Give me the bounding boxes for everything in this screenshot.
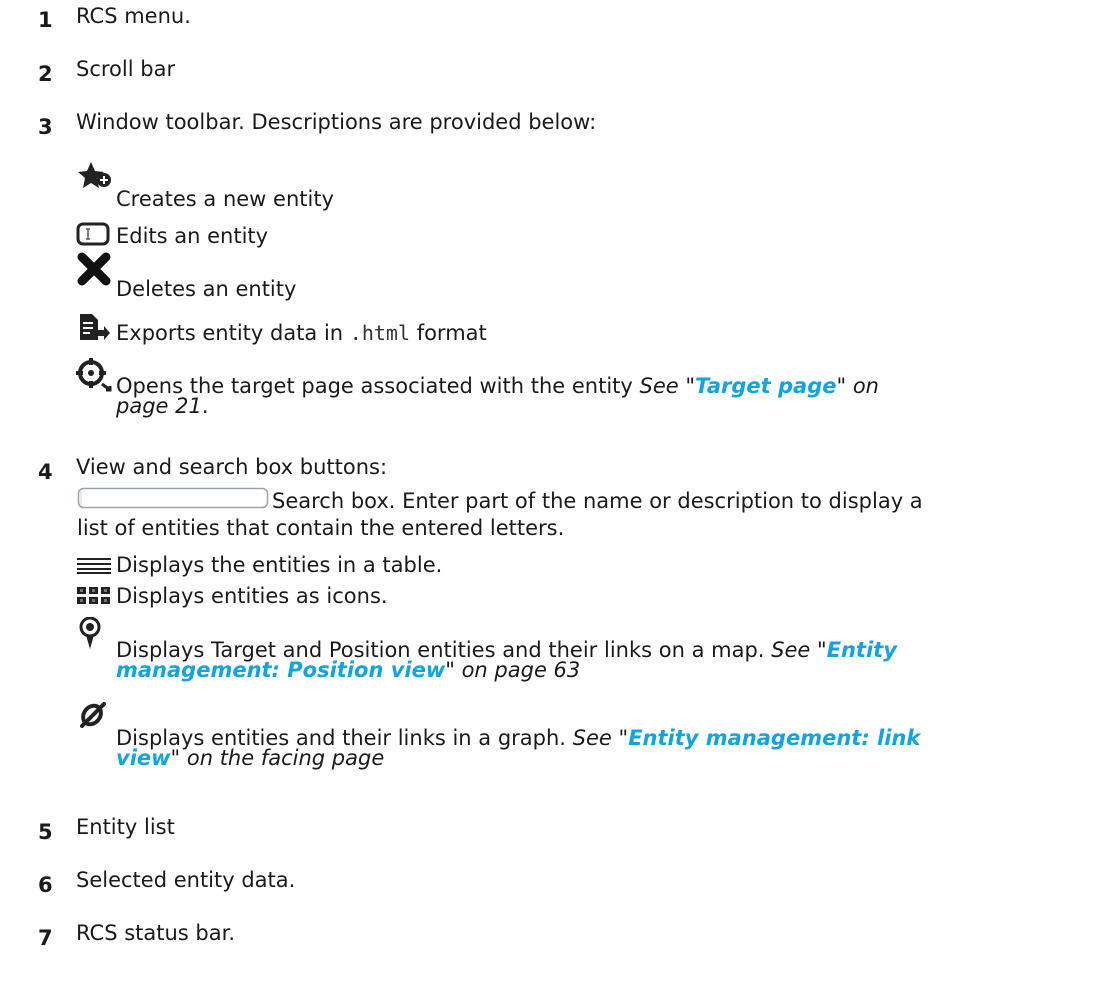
search-box-icon: [77, 487, 269, 509]
export-text-pre: Exports entity data in: [116, 321, 350, 345]
item-text-4: View and search box buttons:: [76, 455, 388, 479]
item-text-3: Window toolbar. Descriptions are provide…: [76, 110, 597, 134]
graph-link-view[interactable]: view: [116, 746, 171, 770]
map-pin-icon: [79, 617, 101, 649]
search-box-text-2: list of entities that contain the entere…: [77, 516, 565, 540]
item-number-6: 6: [38, 873, 53, 897]
item-number-2: 2: [38, 62, 53, 86]
target-page-icon: [76, 358, 112, 392]
target-page-link[interactable]: Target page: [695, 374, 836, 398]
map-view-text-line2: management: Position view" on page 63: [116, 658, 581, 682]
text-field-icon: [76, 222, 110, 246]
toolbar-edit-entity-text: Edits an entity: [116, 224, 269, 248]
graph-link-entity-management[interactable]: Entity management: link: [628, 726, 920, 750]
table-view-text: Displays the entities in a table.: [116, 553, 443, 577]
export-format-code: .html: [349, 321, 411, 345]
graph-view-text-line2: view" on the facing page: [116, 746, 385, 770]
item-number-3: 3: [38, 115, 53, 139]
document-export-icon: [80, 314, 110, 340]
toolbar-target-text-line2: page 21.: [116, 394, 209, 418]
x-icon: [77, 252, 111, 286]
target-see: See ": [639, 374, 696, 398]
table-view-icon: [77, 558, 111, 574]
item-number-5: 5: [38, 820, 53, 844]
toolbar-delete-entity-text: Deletes an entity: [116, 277, 297, 301]
item-number-4: 4: [38, 460, 53, 484]
item-text-7: RCS status bar.: [76, 921, 235, 945]
item-number-7: 7: [38, 926, 53, 950]
item-number-1: 1: [38, 8, 53, 32]
map-link-entity[interactable]: Entity: [827, 638, 897, 662]
target-page-ref: page 21: [116, 394, 202, 418]
export-text-post: format: [410, 321, 487, 345]
icon-view-text: Displays entities as icons.: [116, 584, 388, 608]
toolbar-target-text: Opens the target page associated with th…: [116, 374, 880, 398]
star-plus-icon: [78, 162, 111, 188]
search-box-text-1: Search box. Enter part of the name or de…: [272, 489, 923, 513]
map-on: " on page 63: [445, 658, 581, 682]
graph-link-icon: [80, 702, 106, 728]
item-text-5: Entity list: [76, 815, 175, 839]
item-text-1: RCS menu.: [76, 4, 191, 28]
graph-on: " on the facing page: [170, 746, 385, 770]
grid-view-icon: [77, 587, 110, 604]
target-on: " on: [836, 374, 880, 398]
item-text-2: Scroll bar: [76, 57, 176, 81]
map-see: See ": [771, 638, 827, 662]
toolbar-new-entity-text: Creates a new entity: [116, 187, 334, 211]
target-end: .: [201, 394, 209, 418]
item-text-6: Selected entity data.: [76, 868, 296, 892]
map-view-text: Displays Target and Position entities an…: [116, 638, 897, 662]
toolbar-export-text: Exports entity data in .html format: [116, 322, 487, 344]
graph-see: See ": [572, 726, 629, 750]
graph-view-text: Displays entities and their links in a g…: [116, 726, 920, 750]
map-link-position-view[interactable]: management: Position view: [116, 658, 445, 682]
